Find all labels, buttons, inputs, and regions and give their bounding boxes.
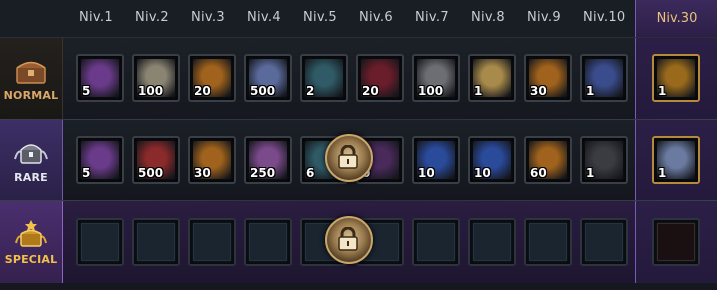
reward-slot[interactable]: 2 xyxy=(300,54,348,102)
item-quantity: 10 xyxy=(418,166,435,180)
level-label: Niv.8 xyxy=(471,10,505,25)
reward-slot[interactable]: 10 xyxy=(468,136,516,184)
reward-slot[interactable] xyxy=(468,218,516,266)
empty-slot-frame xyxy=(193,223,231,261)
level-label: Niv.3 xyxy=(191,10,225,25)
reward-slot[interactable]: 30 xyxy=(188,136,236,184)
item-quantity: 2 xyxy=(306,84,315,98)
reward-slot[interactable] xyxy=(412,218,460,266)
item-quantity: 1 xyxy=(658,84,667,98)
gold-chest-icon xyxy=(15,219,47,247)
category-normal: NORMAL xyxy=(0,38,63,119)
reward-slot[interactable] xyxy=(244,218,292,266)
empty-slot-frame xyxy=(137,223,175,261)
item-quantity: 1 xyxy=(658,166,667,180)
level-label: Niv.9 xyxy=(527,10,561,25)
bronze-chest-icon xyxy=(16,61,46,84)
item-quantity: 500 xyxy=(250,84,276,98)
level-header: Niv.1 Niv.2 Niv.3 Niv.4 Niv.5 Niv.6 Niv.7 Niv.8… xyxy=(0,0,717,38)
empty-slot-frame xyxy=(417,223,455,261)
level-label: Niv.7 xyxy=(415,10,449,25)
level-label: Niv.4 xyxy=(247,10,281,25)
item-quantity: 500 xyxy=(138,166,164,180)
level-label: Niv.1 xyxy=(79,10,113,25)
final-reward-slot[interactable] xyxy=(652,218,700,266)
reward-slot[interactable]: 1 xyxy=(580,136,628,184)
level-label: Niv.10 xyxy=(583,10,626,25)
item-quantity: 1 xyxy=(586,166,595,180)
reward-slot[interactable] xyxy=(188,218,236,266)
empty-slot-frame xyxy=(585,223,623,261)
item-quantity: 30 xyxy=(530,84,547,98)
reward-slot[interactable]: 1 xyxy=(468,54,516,102)
category-rare: RARE xyxy=(0,120,63,200)
reward-slot[interactable]: 500 xyxy=(244,54,292,102)
item-quantity: 250 xyxy=(250,166,276,180)
empty-slot-frame xyxy=(249,223,287,261)
level-label: Niv.2 xyxy=(135,10,169,25)
item-quantity: 30 xyxy=(194,166,211,180)
reward-slot[interactable]: 1 xyxy=(580,54,628,102)
item-quantity: 1 xyxy=(586,84,595,98)
item-quantity: 6 xyxy=(306,166,315,180)
level-label: Niv.6 xyxy=(359,10,393,25)
reward-slot[interactable]: 250 xyxy=(244,136,292,184)
silver-chest-icon xyxy=(14,143,48,164)
reward-slot[interactable]: 5 xyxy=(76,54,124,102)
reward-slot[interactable] xyxy=(76,218,124,266)
item-quantity: 10 xyxy=(474,166,491,180)
level-30-header: Niv.30 xyxy=(635,0,717,37)
reward-slot[interactable]: 30 xyxy=(524,54,572,102)
reward-slot[interactable]: 500 xyxy=(132,136,180,184)
category-label: RARE xyxy=(14,170,48,184)
reward-slot[interactable]: 20 xyxy=(356,54,404,102)
reward-slot[interactable]: 100 xyxy=(412,54,460,102)
item-quantity: 60 xyxy=(530,166,547,180)
reward-slot[interactable]: 20 xyxy=(188,54,236,102)
level-label: Niv.5 xyxy=(303,10,337,25)
reward-slot[interactable] xyxy=(524,218,572,266)
reward-slot[interactable]: 10 xyxy=(412,136,460,184)
category-special: SPECIAL xyxy=(0,201,63,283)
lock-icon xyxy=(325,134,373,182)
reward-track-panel: Niv.1 Niv.2 Niv.3 Niv.4 Niv.5 Niv.6 Niv.7 Niv.8… xyxy=(0,0,717,290)
item-quantity: 100 xyxy=(138,84,164,98)
empty-slot-frame xyxy=(81,223,119,261)
reward-slot[interactable]: 5 xyxy=(76,136,124,184)
item-quantity: 20 xyxy=(194,84,211,98)
category-label: SPECIAL xyxy=(4,252,58,266)
lock-icon xyxy=(325,216,373,264)
reward-slot[interactable]: 60 xyxy=(524,136,572,184)
final-reward-slot[interactable]: 1 xyxy=(652,54,700,102)
item-quantity: 1 xyxy=(474,84,483,98)
item-quantity: 5 xyxy=(82,84,91,98)
reward-slot[interactable] xyxy=(580,218,628,266)
item-quantity: 5 xyxy=(82,166,91,180)
empty-slot-frame xyxy=(529,223,567,261)
final-reward-slot[interactable]: 1 xyxy=(652,136,700,184)
empty-slot-frame xyxy=(657,223,695,261)
item-quantity: 20 xyxy=(362,84,379,98)
item-quantity: 100 xyxy=(418,84,444,98)
reward-slot[interactable] xyxy=(132,218,180,266)
reward-slot[interactable]: 100 xyxy=(132,54,180,102)
category-label: NORMAL xyxy=(3,89,59,102)
empty-slot-frame xyxy=(473,223,511,261)
